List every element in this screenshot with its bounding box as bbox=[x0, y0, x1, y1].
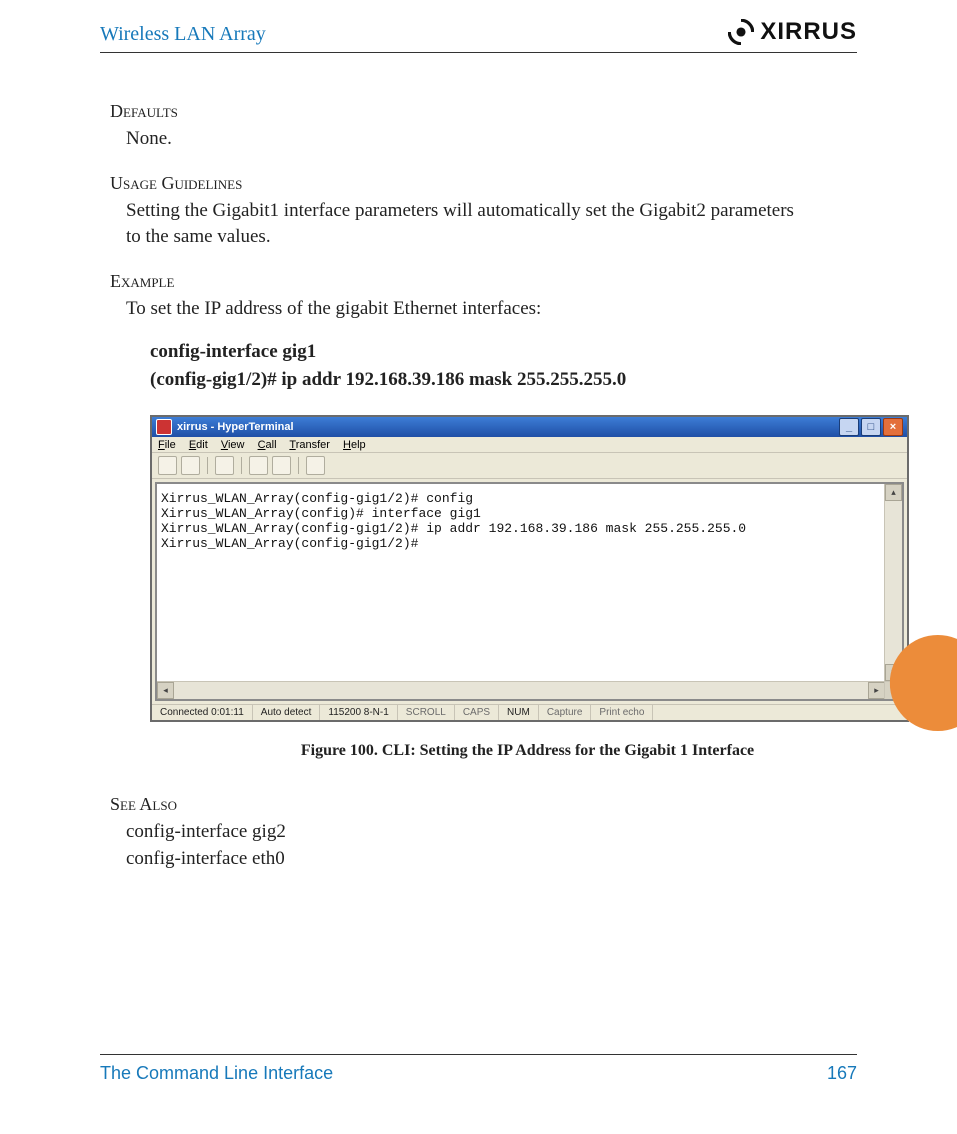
status-detect: Auto detect bbox=[253, 705, 321, 720]
window-title: xirrus - HyperTerminal bbox=[177, 421, 294, 433]
status-mode: 115200 8-N-1 bbox=[320, 705, 397, 720]
example-command-2: (config-gig1/2)# ip addr 192.168.39.186 … bbox=[150, 366, 857, 394]
scroll-up-icon[interactable]: ▴ bbox=[885, 484, 902, 501]
scroll-right-icon[interactable]: ▸ bbox=[868, 682, 885, 699]
menu-transfer[interactable]: Transfer bbox=[289, 439, 330, 451]
usage-body: Setting the Gigabit1 interface parameter… bbox=[126, 198, 806, 251]
toolbar-new-icon[interactable] bbox=[158, 456, 177, 475]
toolbar bbox=[152, 453, 907, 479]
menu-call[interactable]: Call bbox=[258, 439, 277, 451]
seealso-item-1: config-interface gig2 bbox=[126, 819, 806, 846]
example-heading: Example bbox=[110, 271, 857, 292]
toolbar-connect-icon[interactable] bbox=[215, 456, 234, 475]
vertical-scrollbar[interactable]: ▴ ▾ bbox=[884, 484, 902, 681]
menu-bar: File Edit View Call Transfer Help bbox=[152, 437, 907, 453]
menu-view[interactable]: View bbox=[221, 439, 245, 451]
brand-text: XIRRUS bbox=[760, 18, 857, 46]
figure-caption: Figure 100. CLI: Setting the IP Address … bbox=[150, 742, 905, 760]
toolbar-separator bbox=[207, 457, 208, 474]
brand-logo: XIRRUS bbox=[728, 18, 857, 46]
page-number: 167 bbox=[827, 1063, 857, 1084]
toolbar-separator bbox=[298, 457, 299, 474]
toolbar-open-icon[interactable] bbox=[181, 456, 200, 475]
seealso-heading: See Also bbox=[110, 794, 857, 815]
app-icon bbox=[156, 419, 172, 435]
status-bar: Connected 0:01:11 Auto detect 115200 8-N… bbox=[152, 704, 907, 720]
example-body: To set the IP address of the gigabit Eth… bbox=[126, 296, 806, 323]
toolbar-properties-icon[interactable] bbox=[306, 456, 325, 475]
status-num: NUM bbox=[499, 705, 539, 720]
status-caps: CAPS bbox=[455, 705, 499, 720]
hyperterminal-window: xirrus - HyperTerminal _ □ × File Edit V… bbox=[150, 415, 909, 722]
page-header-title: Wireless LAN Array bbox=[100, 23, 266, 46]
close-button[interactable]: × bbox=[883, 418, 903, 436]
menu-file[interactable]: File bbox=[158, 439, 176, 451]
menu-help[interactable]: Help bbox=[343, 439, 366, 451]
menu-edit[interactable]: Edit bbox=[189, 439, 208, 451]
defaults-body: None. bbox=[126, 126, 806, 153]
scroll-left-icon[interactable]: ◂ bbox=[157, 682, 174, 699]
terminal-area[interactable]: Xirrus_WLAN_Array(config-gig1/2)# config… bbox=[155, 482, 904, 701]
status-capture: Capture bbox=[539, 705, 592, 720]
toolbar-separator bbox=[241, 457, 242, 474]
status-scroll: SCROLL bbox=[398, 705, 455, 720]
footer-left: The Command Line Interface bbox=[100, 1063, 333, 1084]
defaults-heading: Defaults bbox=[110, 101, 857, 122]
horizontal-scrollbar[interactable]: ◂ ▸ bbox=[157, 681, 885, 699]
toolbar-send-icon[interactable] bbox=[272, 456, 291, 475]
usage-heading: Usage Guidelines bbox=[110, 173, 857, 194]
seealso-item-2: config-interface eth0 bbox=[126, 846, 806, 873]
example-command-1: config-interface gig1 bbox=[150, 338, 857, 366]
terminal-output: Xirrus_WLAN_Array(config-gig1/2)# config… bbox=[157, 484, 902, 560]
window-titlebar[interactable]: xirrus - HyperTerminal _ □ × bbox=[152, 417, 907, 437]
brand-icon bbox=[728, 19, 754, 45]
status-print: Print echo bbox=[591, 705, 653, 720]
toolbar-disconnect-icon[interactable] bbox=[249, 456, 268, 475]
minimize-button[interactable]: _ bbox=[839, 418, 859, 436]
status-connected: Connected 0:01:11 bbox=[152, 705, 253, 720]
maximize-button[interactable]: □ bbox=[861, 418, 881, 436]
